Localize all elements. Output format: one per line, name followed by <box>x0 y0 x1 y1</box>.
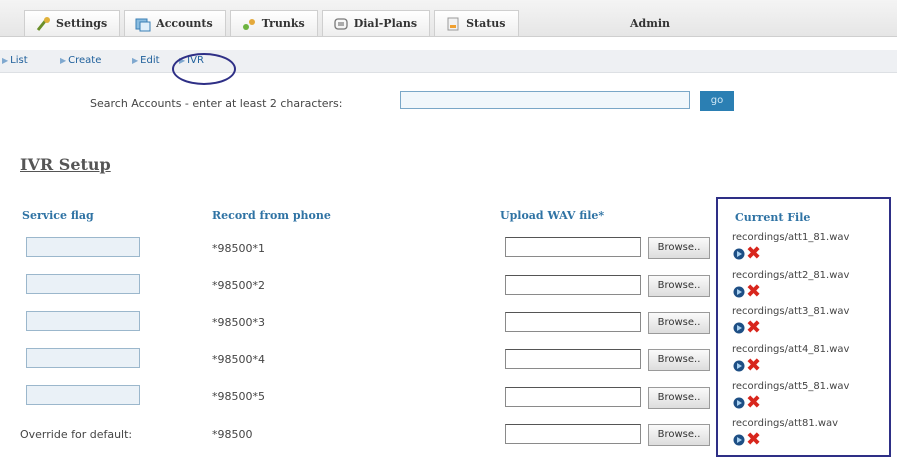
subnav-label: Edit <box>140 55 160 66</box>
status-icon <box>445 16 461 32</box>
arrow-icon: ▶ <box>2 56 9 65</box>
delete-icon[interactable]: ✖ <box>746 431 761 449</box>
wav-file-input[interactable] <box>505 312 641 332</box>
main-tabs: Settings Accounts Trunks Dial-Plans Stat… <box>24 10 519 36</box>
wav-file-input[interactable] <box>505 237 641 257</box>
header-service-flag: Service flag <box>22 209 94 222</box>
delete-icon[interactable]: ✖ <box>746 357 761 375</box>
tab-label: Settings <box>56 17 108 30</box>
tab-settings[interactable]: Settings <box>24 10 121 36</box>
subnav-list[interactable]: ▶ List <box>2 55 28 66</box>
tab-label: Trunks <box>261 17 305 30</box>
tab-label: Accounts <box>156 17 213 30</box>
dialplans-icon <box>333 16 349 32</box>
play-icon[interactable] <box>733 321 745 335</box>
record-code: *98500*2 <box>212 279 265 292</box>
browse-button[interactable]: Browse.. <box>648 275 710 297</box>
service-flag-input[interactable] <box>26 311 140 331</box>
subnav-edit[interactable]: ▶ Edit <box>132 55 160 66</box>
current-file-path: recordings/att5_81.wav <box>732 381 850 392</box>
header-upload-wav: Upload WAV file* <box>500 209 605 222</box>
accounts-icon <box>135 16 151 32</box>
trunks-icon <box>241 16 257 32</box>
go-button[interactable]: go <box>700 91 734 111</box>
file-actions: ✖ <box>733 283 761 301</box>
tab-dial-plans[interactable]: Dial-Plans <box>321 10 431 36</box>
subnav-label: Create <box>68 55 102 66</box>
wav-file-input[interactable] <box>505 424 641 444</box>
top-tab-bar: Settings Accounts Trunks Dial-Plans Stat… <box>0 0 897 37</box>
record-code: *98500*4 <box>212 353 265 366</box>
service-flag-input[interactable] <box>26 348 140 368</box>
tab-accounts[interactable]: Accounts <box>124 10 226 36</box>
service-flag-input[interactable] <box>26 385 140 405</box>
admin-label[interactable]: Admin <box>630 17 670 30</box>
override-label: Override for default: <box>20 428 133 441</box>
file-actions: ✖ <box>733 245 761 263</box>
sub-navigation: ▶ List ▶ Create ▶ Edit ▶ IVR <box>0 50 897 73</box>
play-icon[interactable] <box>733 396 745 410</box>
record-code: *98500*5 <box>212 390 265 403</box>
arrow-icon: ▶ <box>132 56 139 65</box>
file-actions: ✖ <box>733 394 761 412</box>
wav-file-input[interactable] <box>505 349 641 369</box>
record-code: *98500 <box>212 428 253 441</box>
service-flag-input[interactable] <box>26 274 140 294</box>
settings-icon <box>35 16 51 32</box>
tab-label: Dial-Plans <box>353 17 418 30</box>
delete-icon[interactable]: ✖ <box>746 394 761 412</box>
file-actions: ✖ <box>733 319 761 337</box>
subnav-create[interactable]: ▶ Create <box>60 55 101 66</box>
file-actions: ✖ <box>733 357 761 375</box>
delete-icon[interactable]: ✖ <box>746 319 761 337</box>
browse-button[interactable]: Browse.. <box>648 237 710 259</box>
header-record-from-phone: Record from phone <box>212 209 331 222</box>
file-actions: ✖ <box>733 431 761 449</box>
tab-label: Status <box>466 17 506 30</box>
browse-button[interactable]: Browse.. <box>648 349 710 371</box>
current-file-path: recordings/att2_81.wav <box>732 270 850 281</box>
wav-file-input[interactable] <box>505 387 641 407</box>
tab-status[interactable]: Status <box>434 10 519 36</box>
play-icon[interactable] <box>733 433 745 447</box>
service-flag-input[interactable] <box>26 237 140 257</box>
search-label: Search Accounts - enter at least 2 chara… <box>90 97 343 110</box>
current-file-path: recordings/att1_81.wav <box>732 232 850 243</box>
play-icon[interactable] <box>733 285 745 299</box>
current-file-path: recordings/att4_81.wav <box>732 344 850 355</box>
search-input[interactable] <box>400 91 690 109</box>
subnav-label: List <box>10 55 28 66</box>
delete-icon[interactable]: ✖ <box>746 245 761 263</box>
page-title: IVR Setup <box>20 155 111 174</box>
record-code: *98500*1 <box>212 242 265 255</box>
ivr-highlight-circle <box>172 53 236 85</box>
delete-icon[interactable]: ✖ <box>746 283 761 301</box>
current-file-path: recordings/att81.wav <box>732 418 839 429</box>
arrow-icon: ▶ <box>60 56 67 65</box>
current-file-path: recordings/att3_81.wav <box>732 306 850 317</box>
browse-button[interactable]: Browse.. <box>648 424 710 446</box>
play-icon[interactable] <box>733 359 745 373</box>
browse-button[interactable]: Browse.. <box>648 387 710 409</box>
record-code: *98500*3 <box>212 316 265 329</box>
tab-trunks[interactable]: Trunks <box>229 10 318 36</box>
play-icon[interactable] <box>733 247 745 261</box>
browse-button[interactable]: Browse.. <box>648 312 710 334</box>
wav-file-input[interactable] <box>505 275 641 295</box>
header-current-file: Current File <box>735 211 811 224</box>
